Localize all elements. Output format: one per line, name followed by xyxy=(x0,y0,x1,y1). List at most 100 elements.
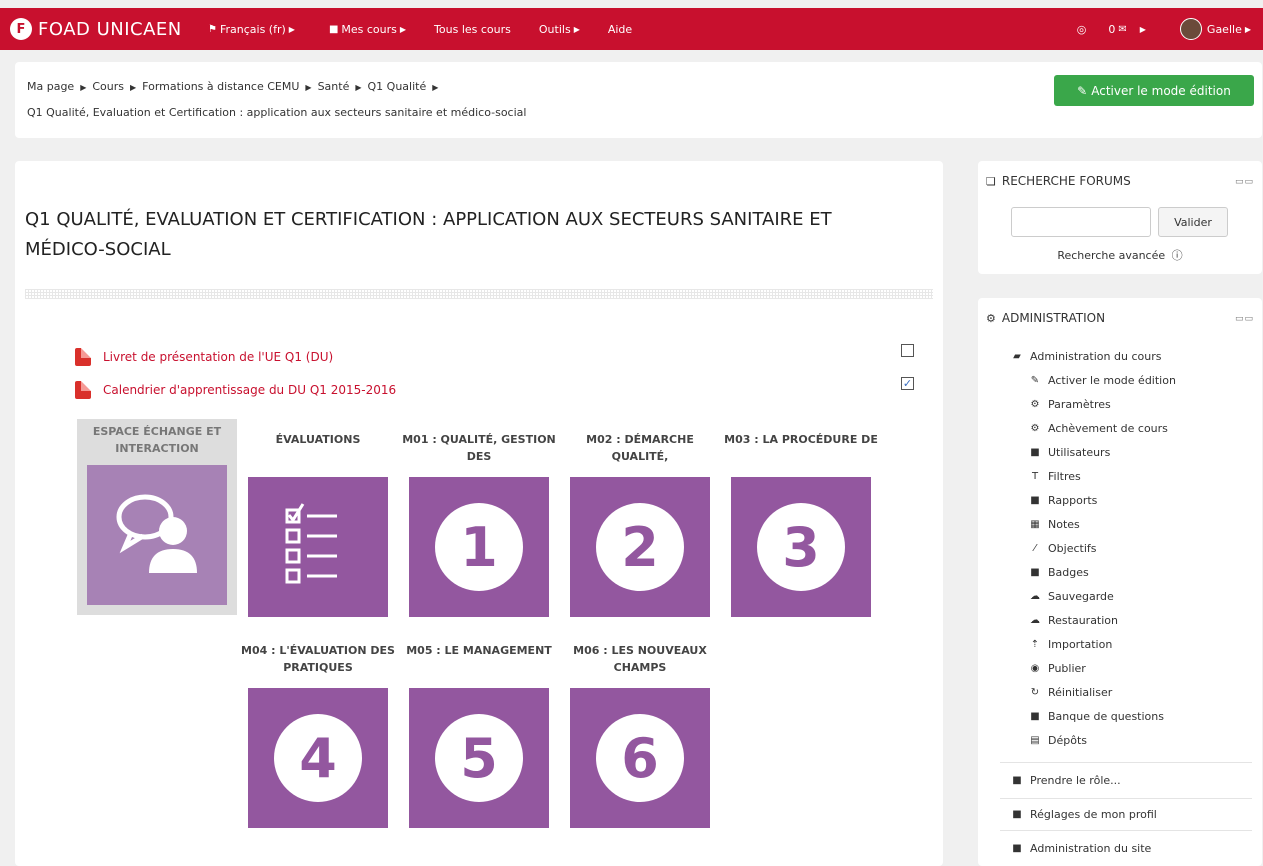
tile-m01[interactable]: M01 : QUALITÉ, GESTION DES 1 xyxy=(399,431,559,617)
admin-item[interactable]: ↻ Réinitialiser xyxy=(1028,686,1112,699)
tile-evaluations[interactable]: ÉVALUATIONS xyxy=(238,431,398,617)
admin-item-label: Utilisateurs xyxy=(1048,446,1111,459)
admin-item[interactable]: ▦ Notes xyxy=(1028,518,1080,531)
caret-right-icon: ▶ xyxy=(80,83,87,92)
upload-icon: ⇡ xyxy=(1030,639,1040,650)
admin-item[interactable]: ☁ Sauvegarde xyxy=(1028,590,1114,603)
tree-site-admin[interactable]: ■ Administration du site xyxy=(1010,842,1151,855)
breadcrumb-item[interactable]: Santé xyxy=(318,80,350,93)
tile-m05[interactable]: M05 : LE MANAGEMENT 5 xyxy=(399,642,559,828)
tile-label: M04 : L'ÉVALUATION DES PRATIQUES xyxy=(241,644,395,674)
admin-item-label: Réinitialiser xyxy=(1048,686,1113,699)
admin-item[interactable]: ⚙ Achèvement de cours xyxy=(1028,422,1168,435)
admin-item-label: Achèvement de cours xyxy=(1048,422,1168,435)
admin-item[interactable]: ■ Utilisateurs xyxy=(1028,446,1110,459)
folder-icon: ■ xyxy=(1012,843,1022,854)
divider xyxy=(1000,830,1252,831)
enable-editing-button[interactable]: ✎ Activer le mode édition xyxy=(1054,75,1254,106)
messages-button[interactable]: 0 ✉ ▶ xyxy=(1108,23,1146,36)
admin-item[interactable]: ■ Banque de questions xyxy=(1028,710,1164,723)
nav-tools[interactable]: Outils ▶ xyxy=(539,23,580,36)
admin-item[interactable]: ⚙ Paramètres xyxy=(1028,398,1111,411)
pdf-icon xyxy=(75,381,91,399)
breadcrumb-item[interactable]: Q1 Qualité xyxy=(368,80,427,93)
breadcrumb-item[interactable]: Cours xyxy=(92,80,124,93)
tile-label: M06 : LES NOUVEAUX CHAMPS xyxy=(573,644,707,674)
gears-icon: ⚙ xyxy=(1030,423,1040,434)
nav-help-label: Aide xyxy=(607,22,633,36)
number-5-icon: 5 xyxy=(409,688,549,828)
checklist-icon xyxy=(248,477,388,617)
caret-right-icon: ▶ xyxy=(355,83,362,92)
tree-label: Prendre le rôle... xyxy=(1030,774,1121,787)
block-controls-icon[interactable]: ▭▭ xyxy=(1235,314,1254,324)
tile-label: ÉVALUATIONS xyxy=(275,433,361,446)
administration-block: ⚙ ADMINISTRATION ▭▭ ▰ Administration du … xyxy=(978,298,1262,866)
notifications-button[interactable]: ◎ xyxy=(1077,23,1087,36)
pdf-icon xyxy=(75,348,91,366)
comments-icon: ❏ xyxy=(986,174,996,188)
admin-item[interactable]: ⇡ Importation xyxy=(1028,638,1113,651)
tree-profile-settings[interactable]: ■ Réglages de mon profil xyxy=(1010,808,1157,821)
number-1-icon: 1 xyxy=(409,477,549,617)
admin-item[interactable]: T Filtres xyxy=(1028,470,1081,483)
tile-m02[interactable]: M02 : DÉMARCHE QUALITÉ, 2 xyxy=(560,431,720,617)
completion-checkbox[interactable] xyxy=(901,344,914,357)
resource-link[interactable]: Calendrier d'apprentissage du DU Q1 2015… xyxy=(75,381,396,399)
nav-my-courses[interactable]: ■ Mes cours ▶ xyxy=(329,23,406,36)
admin-item[interactable]: ▤ Dépôts xyxy=(1028,734,1087,747)
breadcrumb-item[interactable]: Formations à distance CEMU xyxy=(142,80,299,93)
nav-language[interactable]: ⚑ Français (fr) ▶ xyxy=(208,23,295,36)
nav-language-label: Français (fr) xyxy=(219,22,286,36)
tile-m06[interactable]: M06 : LES NOUVEAUX CHAMPS 6 xyxy=(560,642,720,828)
admin-item[interactable]: ■ Rapports xyxy=(1028,494,1097,507)
completion-checkbox-checked[interactable]: ✓ xyxy=(901,377,914,390)
folder-icon: ■ xyxy=(1030,495,1040,506)
tile-espace-echange[interactable]: ESPACE ÉCHANGE ET INTERACTION xyxy=(77,419,237,615)
resource-link[interactable]: Livret de présentation de l'UE Q1 (DU) xyxy=(75,348,333,366)
number-4-icon: 4 xyxy=(248,688,388,828)
divider xyxy=(1000,762,1252,763)
briefcase-icon: ■ xyxy=(328,23,339,35)
block-title: ⚙ ADMINISTRATION xyxy=(986,311,1105,325)
block-title-text: ADMINISTRATION xyxy=(1001,311,1106,325)
magic-wand-icon: ⁄ xyxy=(1034,543,1036,554)
enable-editing-label: Activer le mode édition xyxy=(1091,83,1231,98)
tile-m03[interactable]: M03 : LA PROCÉDURE DE 3 xyxy=(721,431,881,617)
caret-right-icon: ▶ xyxy=(399,24,407,34)
user-menu[interactable]: Gaelle ▶ xyxy=(1179,18,1251,40)
tree-course-admin[interactable]: ▰ Administration du cours xyxy=(1010,350,1161,363)
admin-item[interactable]: ◉ Publier xyxy=(1028,662,1086,675)
breadcrumb-current[interactable]: Q1 Qualité, Evaluation et Certification … xyxy=(27,106,526,119)
brand[interactable]: F FOAD UNICAEN xyxy=(10,18,208,40)
breadcrumb-item[interactable]: Ma page xyxy=(27,80,74,93)
cloud-download-icon: ☁ xyxy=(1030,615,1040,626)
tree-label: Réglages de mon profil xyxy=(1030,808,1157,821)
admin-item[interactable]: ✎ Activer le mode édition xyxy=(1028,374,1176,387)
nav-my-courses-label: Mes cours xyxy=(341,22,397,36)
advanced-search[interactable]: Recherche avancée ⓘ xyxy=(978,247,1262,263)
admin-item[interactable]: ⁄ Objectifs xyxy=(1028,542,1096,555)
tile-m04[interactable]: M04 : L'ÉVALUATION DES PRATIQUES 4 xyxy=(238,642,398,828)
search-input[interactable] xyxy=(1011,207,1151,237)
brand-logo: F xyxy=(10,18,32,40)
admin-item-label: Notes xyxy=(1048,518,1080,531)
caret-right-icon: ▶ xyxy=(130,83,137,92)
nav-all-courses-label: Tous les cours xyxy=(434,22,511,36)
admin-item[interactable]: ■ Badges xyxy=(1028,566,1089,579)
caret-right-icon: ▶ xyxy=(1139,24,1146,34)
admin-item-label: Dépôts xyxy=(1048,734,1087,747)
help-icon[interactable]: ⓘ xyxy=(1172,249,1183,262)
nav-help[interactable]: Aide xyxy=(608,23,632,36)
block-controls-icon[interactable]: ▭▭ xyxy=(1235,177,1254,187)
admin-item-label: Sauvegarde xyxy=(1048,590,1114,603)
folder-icon: ■ xyxy=(1012,775,1022,786)
folder-open-icon: ▰ xyxy=(1013,351,1021,362)
number-2-icon: 2 xyxy=(570,477,710,617)
nav-all-courses[interactable]: Tous les cours xyxy=(434,23,511,36)
tree-switch-role[interactable]: ■ Prendre le rôle... xyxy=(1010,774,1121,787)
top-navbar: F FOAD UNICAEN ⚑ Français (fr) ▶ ■ Mes c… xyxy=(0,8,1263,50)
folder-icon: ■ xyxy=(1030,447,1040,458)
admin-item[interactable]: ☁ Restauration xyxy=(1028,614,1118,627)
search-submit-button[interactable]: Valider xyxy=(1158,207,1228,237)
